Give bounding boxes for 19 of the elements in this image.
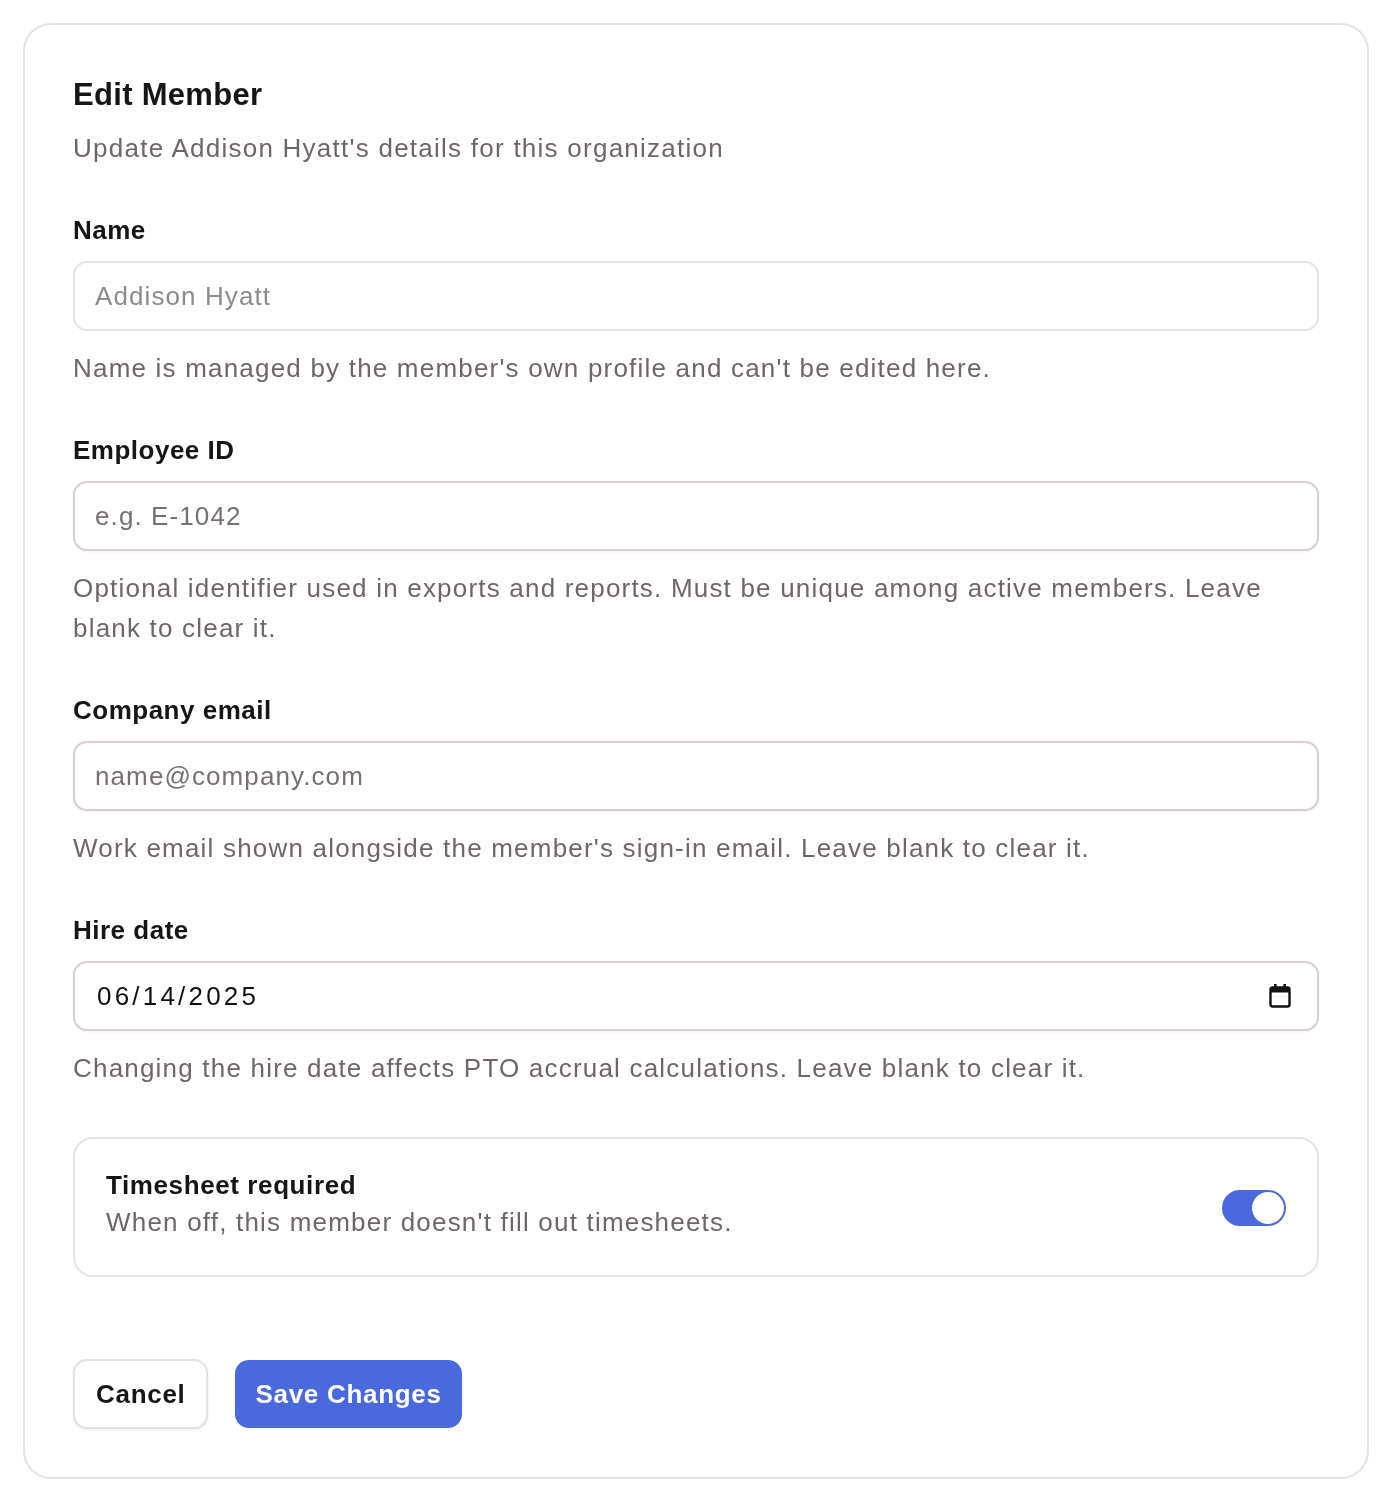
helper-text: Name is managed by the member's own profile and can't be edited here.: [73, 352, 991, 385]
dialog-subtitle: Update Addison Hyatt's details for this organization: [73, 132, 725, 165]
field-label: Hire date: [73, 914, 189, 947]
cancel-button[interactable]: Cancel: [73, 1359, 209, 1429]
field-label: Employee ID: [73, 434, 235, 467]
setting-title: Timesheet required: [106, 1169, 357, 1202]
input-field[interactable]: name@company.com: [73, 741, 1319, 811]
toggle-switch[interactable]: [1222, 1190, 1286, 1226]
input-field[interactable]: e.g. E-1042: [73, 481, 1319, 551]
field-label: Company email: [73, 694, 272, 727]
helper-text: Changing the hire date affects PTO accrual calculations. Leave blank to clear it.: [73, 1052, 1086, 1085]
helper-text: Optional identifier used in exports and reports. Must be unique among active members. Leave blank to clear it.: [73, 572, 1263, 645]
calendar-icon[interactable]: [1269, 984, 1291, 1008]
dialog-title: Edit Member: [73, 76, 264, 114]
save-button[interactable]: Save Changes: [235, 1360, 462, 1428]
field-label: Name: [73, 214, 146, 247]
date-field[interactable]: 06/14/2025: [73, 961, 1319, 1031]
helper-text: Work email shown alongside the member's sign-in email. Leave blank to clear it.: [73, 832, 1090, 865]
setting-description: When off, this member doesn't fill out timesheets.: [106, 1206, 733, 1239]
